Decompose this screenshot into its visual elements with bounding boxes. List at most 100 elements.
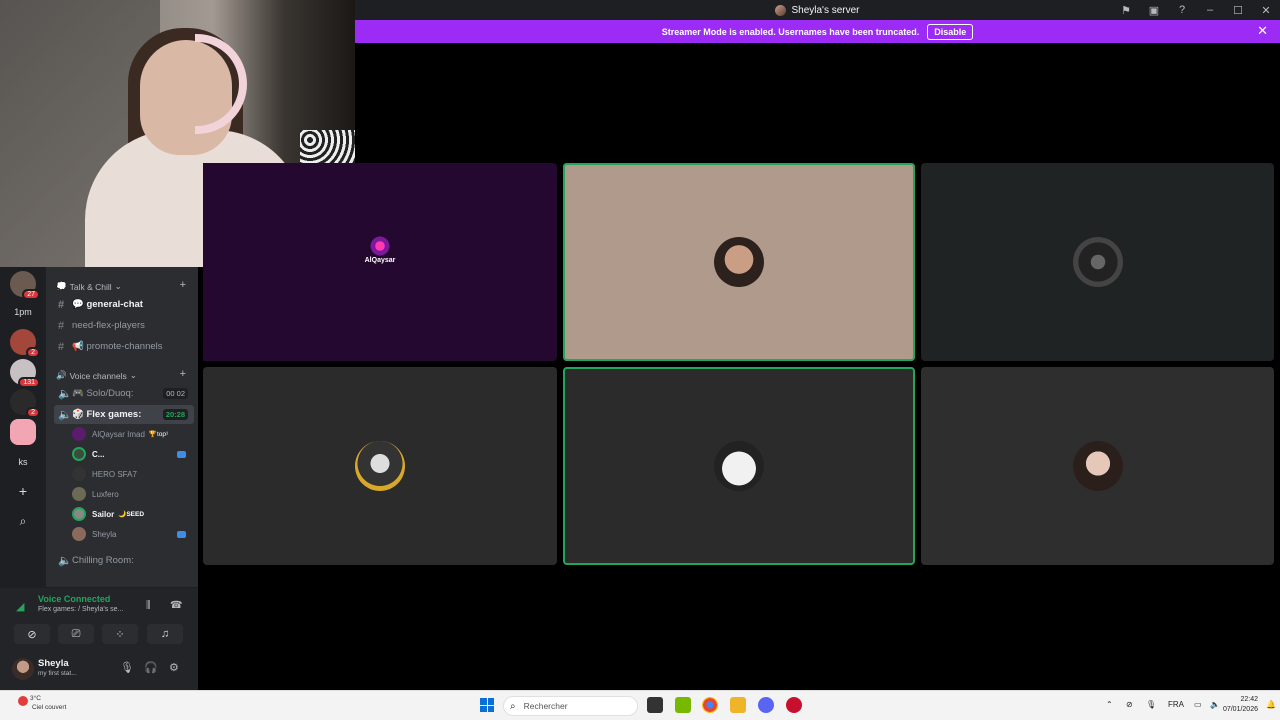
speaker-icon: 🔊 — [56, 370, 67, 380]
avatar — [1072, 441, 1123, 491]
chevron-down-icon: ⌄ — [114, 281, 122, 291]
voice-user[interactable]: Sheyla — [72, 525, 192, 543]
avatar — [1072, 237, 1123, 287]
avatar — [714, 237, 764, 287]
nvidia-icon[interactable] — [675, 697, 691, 713]
category-talk[interactable]: 💭 Talk & Chill ⌄ — [56, 281, 122, 292]
voice-channel-timer: 20:28 — [162, 409, 188, 420]
voice-user[interactable]: Luxfero — [72, 485, 192, 503]
maximize-icon[interactable]: ☐ — [1224, 0, 1252, 20]
hash-icon: # — [58, 340, 65, 353]
channel-promote-channels[interactable]: # 📢 promote-channels — [54, 337, 194, 356]
language-indicator[interactable]: FRA — [1168, 700, 1184, 709]
taskbar: 3°C Ciel couvert ⌕ Rechercher ⌃ ⊘ 🎙 FRA … — [0, 690, 1280, 720]
soundwave-icon[interactable]: ⫼ — [146, 600, 151, 611]
display-icon[interactable]: ▭ — [1194, 700, 1202, 709]
weather-alert-icon — [18, 696, 28, 706]
voice-user[interactable]: C... — [72, 445, 192, 463]
chrome-icon[interactable] — [702, 697, 718, 713]
signal-icon: ◢ — [16, 601, 25, 613]
help-icon[interactable]: ? — [1168, 0, 1196, 20]
discord-icon[interactable] — [758, 697, 774, 713]
server-icon-1[interactable]: 27 — [10, 271, 40, 300]
chat-bubble-icon: 💭 — [56, 281, 67, 291]
notification-icon[interactable]: 🔔 — [1266, 700, 1276, 709]
voice-connected-channel[interactable]: Flex games: / Sheyla's se... — [38, 606, 123, 613]
server-icon-5[interactable]: 2 — [10, 389, 40, 418]
voice-channel-chilling-room[interactable]: 🔈 Chilling Room: — [54, 551, 194, 570]
server-icon — [775, 4, 787, 16]
avatar — [72, 487, 86, 501]
task-view-icon[interactable] — [647, 697, 663, 713]
avatar — [72, 447, 86, 461]
camera-off-button[interactable]: ⊘ — [14, 624, 50, 644]
window-title: Sheyla's server — [791, 4, 860, 16]
avatar — [355, 441, 405, 491]
speaker-icon: 🔈 — [58, 409, 72, 421]
file-explorer-icon[interactable] — [730, 697, 746, 713]
video-tile-speaking-1[interactable] — [563, 163, 915, 361]
close-icon[interactable]: ✕ — [1252, 0, 1280, 20]
flag-icon[interactable]: ⚑ — [1112, 0, 1140, 20]
camera-icon — [177, 530, 186, 538]
video-tile-alqaysar[interactable]: AlQaysar — [203, 163, 557, 361]
screen-share-button[interactable]: ⎚ — [58, 624, 94, 644]
server-icon-1pm[interactable]: 1pm — [10, 299, 36, 325]
riot-client-icon[interactable] — [786, 697, 802, 713]
hash-icon: # — [58, 298, 65, 311]
windows-start-icon[interactable] — [480, 698, 494, 712]
inbox-icon[interactable]: ▣ — [1140, 0, 1168, 20]
speaker-icon: 🔈 — [58, 388, 72, 400]
minimize-icon[interactable]: – — [1196, 0, 1224, 20]
avatar[interactable] — [12, 658, 34, 680]
settings-gear-icon[interactable]: ⚙ — [169, 661, 179, 674]
voice-user[interactable]: AlQaysar Imad 🏆top¹ — [72, 425, 192, 443]
category-voice[interactable]: 🔊 Voice channels ⌄ — [56, 370, 137, 381]
voice-channel-tag: 00 02 — [163, 388, 188, 399]
banner-close-icon[interactable]: ✕ — [1257, 23, 1268, 39]
voice-channel-solo-duoq[interactable]: 🔈 🎮 Solo/Duoq: 00 02 — [54, 384, 194, 403]
add-channel-icon[interactable]: + — [180, 279, 186, 291]
headphones-icon[interactable]: 🎧 — [144, 661, 158, 674]
avatar — [72, 507, 86, 521]
explore-icon[interactable]: ⌕ — [10, 508, 36, 534]
video-tile-6[interactable] — [921, 367, 1274, 565]
avatar — [72, 427, 86, 441]
voice-user[interactable]: HERO SFA7 — [72, 465, 192, 483]
current-user-name[interactable]: Sheyla — [38, 658, 69, 669]
hash-icon: # — [58, 319, 65, 332]
video-tile-3[interactable] — [921, 163, 1274, 361]
server-icon-4[interactable]: 131 — [10, 359, 40, 388]
voice-connected-status[interactable]: Voice Connected — [38, 594, 110, 604]
voice-user[interactable]: Sailor 🌙SEED — [72, 505, 192, 523]
voice-channel-flex-games[interactable]: 🔈 🎲 Flex games: 20:28 — [54, 405, 194, 424]
channel-general-chat[interactable]: # 💬 general-chat — [54, 295, 194, 314]
avatar — [714, 441, 764, 491]
search-icon: ⌕ — [510, 700, 516, 712]
disconnect-icon[interactable]: ☎ — [170, 600, 182, 611]
speaker-icon: 🔈 — [58, 555, 72, 567]
channel-need-flex-players[interactable]: # need-flex-players — [54, 316, 194, 335]
network-icon[interactable]: ⊘ — [1126, 700, 1133, 709]
taskbar-search[interactable]: ⌕ Rechercher — [503, 696, 638, 716]
server-icon-6[interactable] — [10, 419, 36, 445]
system-clock[interactable]: 22:42 07/01/2026 — [1223, 695, 1258, 715]
add-server-icon[interactable]: + — [10, 478, 36, 504]
add-voice-channel-icon[interactable]: + — [180, 368, 186, 380]
channel-list: 💭 Talk & Chill ⌄ + # 💬 general-chat # ne… — [46, 267, 198, 587]
activities-button[interactable]: ⁘ — [102, 624, 138, 644]
microphone-icon[interactable]: 🎙 — [120, 661, 134, 674]
video-tile-4[interactable] — [203, 367, 557, 565]
avatar — [72, 527, 86, 541]
microphone-icon[interactable]: 🎙 — [1146, 700, 1156, 709]
soundboard-button[interactable]: ♫ — [147, 624, 183, 644]
disable-button[interactable]: Disable — [927, 23, 974, 40]
video-tile-speaking-2[interactable] — [563, 367, 915, 565]
chevron-up-icon[interactable]: ⌃ — [1106, 700, 1113, 709]
weather-widget[interactable]: 3°C Ciel couvert — [12, 694, 66, 712]
server-list: 27 1pm 2 131 2 ks + ⌕ — [0, 267, 46, 587]
title-bar: Sheyla's server ⚑ ▣ ? – ☐ ✕ — [355, 0, 1280, 20]
server-icon-3[interactable]: 2 — [10, 329, 40, 358]
volume-icon[interactable]: 🔈 — [1210, 700, 1220, 709]
server-icon-ks[interactable]: ks — [10, 449, 36, 475]
